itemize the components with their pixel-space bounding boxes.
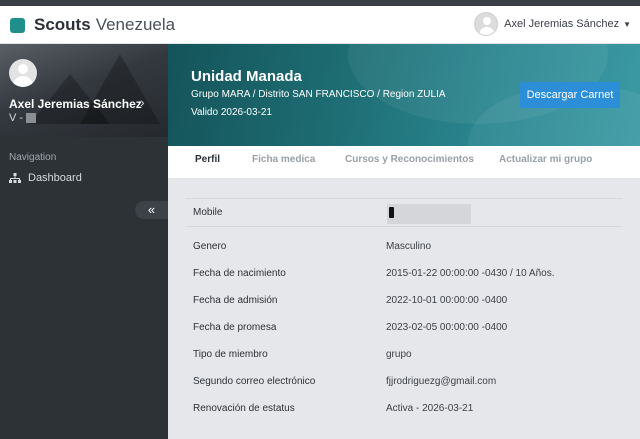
row-value: 2022-10-01 00:00:00 -0400 — [386, 295, 508, 306]
profile-details-table: Mobile Genero Masculino Fecha de nacimie… — [186, 198, 622, 422]
download-card-button[interactable]: Descargar Carnet — [520, 82, 620, 108]
avatar — [474, 12, 499, 36]
top-navbar: Scouts Venezuela Axel Jeremias Sánchez ▼ — [0, 6, 640, 44]
table-row: Segundo correo electrónico fjjrodriguezg… — [186, 368, 622, 395]
brand-logo-icon — [10, 17, 25, 33]
profile-id: V - — [9, 112, 37, 124]
row-value: grupo — [386, 349, 412, 360]
chevron-right-icon[interactable]: › — [140, 94, 145, 110]
table-row: Tipo de miembro grupo — [186, 341, 622, 368]
caret-down-icon: ▼ — [623, 19, 631, 29]
row-label: Fecha de nacimiento — [193, 268, 286, 279]
sitemap-icon — [9, 173, 21, 183]
profile-avatar — [9, 59, 37, 87]
row-label: Tipo de miembro — [193, 349, 268, 360]
row-value: fjjrodriguezg@gmail.com — [386, 376, 497, 387]
row-value: Masculino — [386, 241, 432, 252]
brand[interactable]: Scouts Venezuela — [10, 15, 175, 35]
tab-cursos[interactable]: Cursos y Reconocimientos — [345, 154, 474, 165]
user-name: Axel Jeremias Sánchez — [504, 18, 620, 30]
profile-id-prefix: V - — [9, 112, 24, 124]
user-menu[interactable]: Axel Jeremias Sánchez ▼ — [474, 12, 631, 36]
tab-actualizar-grupo[interactable]: Actualizar mi grupo — [499, 154, 592, 165]
brand-subtitle: Venezuela — [95, 15, 176, 34]
mountain-decoration — [80, 54, 160, 124]
table-row: Fecha de nacimiento 2015-01-22 00:00:00 … — [186, 260, 622, 287]
row-label: Fecha de promesa — [193, 322, 277, 333]
sidebar: Axel Jeremias Sánchez › V - Navigation D… — [0, 44, 168, 439]
sidebar-collapse-button[interactable]: « — [135, 201, 168, 219]
row-label: Fecha de admisión — [193, 295, 278, 306]
table-row: Fecha de admisión 2022-10-01 00:00:00 -0… — [186, 287, 622, 314]
row-value: Activa - 2026-03-21 — [386, 403, 474, 414]
table-row: Fecha de promesa 2023-02-05 00:00:00 -04… — [186, 314, 622, 341]
redacted-mask — [387, 204, 471, 224]
redacted-mask — [26, 113, 37, 124]
nav-heading: Navigation — [9, 152, 57, 163]
profile-card[interactable]: Axel Jeremias Sánchez › V - — [0, 44, 168, 137]
brand-title: Scouts — [34, 15, 91, 34]
tab-ficha-medica[interactable]: Ficha medica — [252, 154, 315, 165]
table-row: Renovación de estatus Activa - 2026-03-2… — [186, 395, 622, 422]
profile-content: Mobile Genero Masculino Fecha de nacimie… — [168, 179, 640, 439]
row-label: Mobile — [193, 207, 223, 218]
profile-tabs: Perfil Ficha medica Cursos y Reconocimie… — [168, 146, 640, 179]
unit-banner: Unidad Manada Grupo MARA / Distrito SAN … — [168, 44, 640, 146]
row-label: Segundo correo electrónico — [193, 376, 316, 387]
row-value: 2023-02-05 00:00:00 -0400 — [386, 322, 508, 333]
row-value: 2015-01-22 00:00:00 -0430 / 10 Años. — [386, 268, 555, 279]
sidebar-item-dashboard[interactable]: Dashboard — [9, 172, 82, 184]
row-label: Renovación de estatus — [193, 403, 295, 414]
unit-valid-date: Valido 2026-03-21 — [191, 107, 272, 118]
profile-name: Axel Jeremias Sánchez — [9, 97, 142, 111]
unit-title: Unidad Manada — [191, 68, 302, 85]
unit-path: Grupo MARA / Distrito SAN FRANCISCO / Re… — [191, 89, 446, 100]
sidebar-item-label: Dashboard — [28, 172, 82, 184]
tab-perfil[interactable]: Perfil — [195, 154, 220, 165]
table-row-mobile: Mobile — [186, 198, 622, 227]
table-row: Genero Masculino — [186, 233, 622, 260]
phone-icon — [389, 207, 394, 218]
row-label: Genero — [193, 241, 227, 252]
